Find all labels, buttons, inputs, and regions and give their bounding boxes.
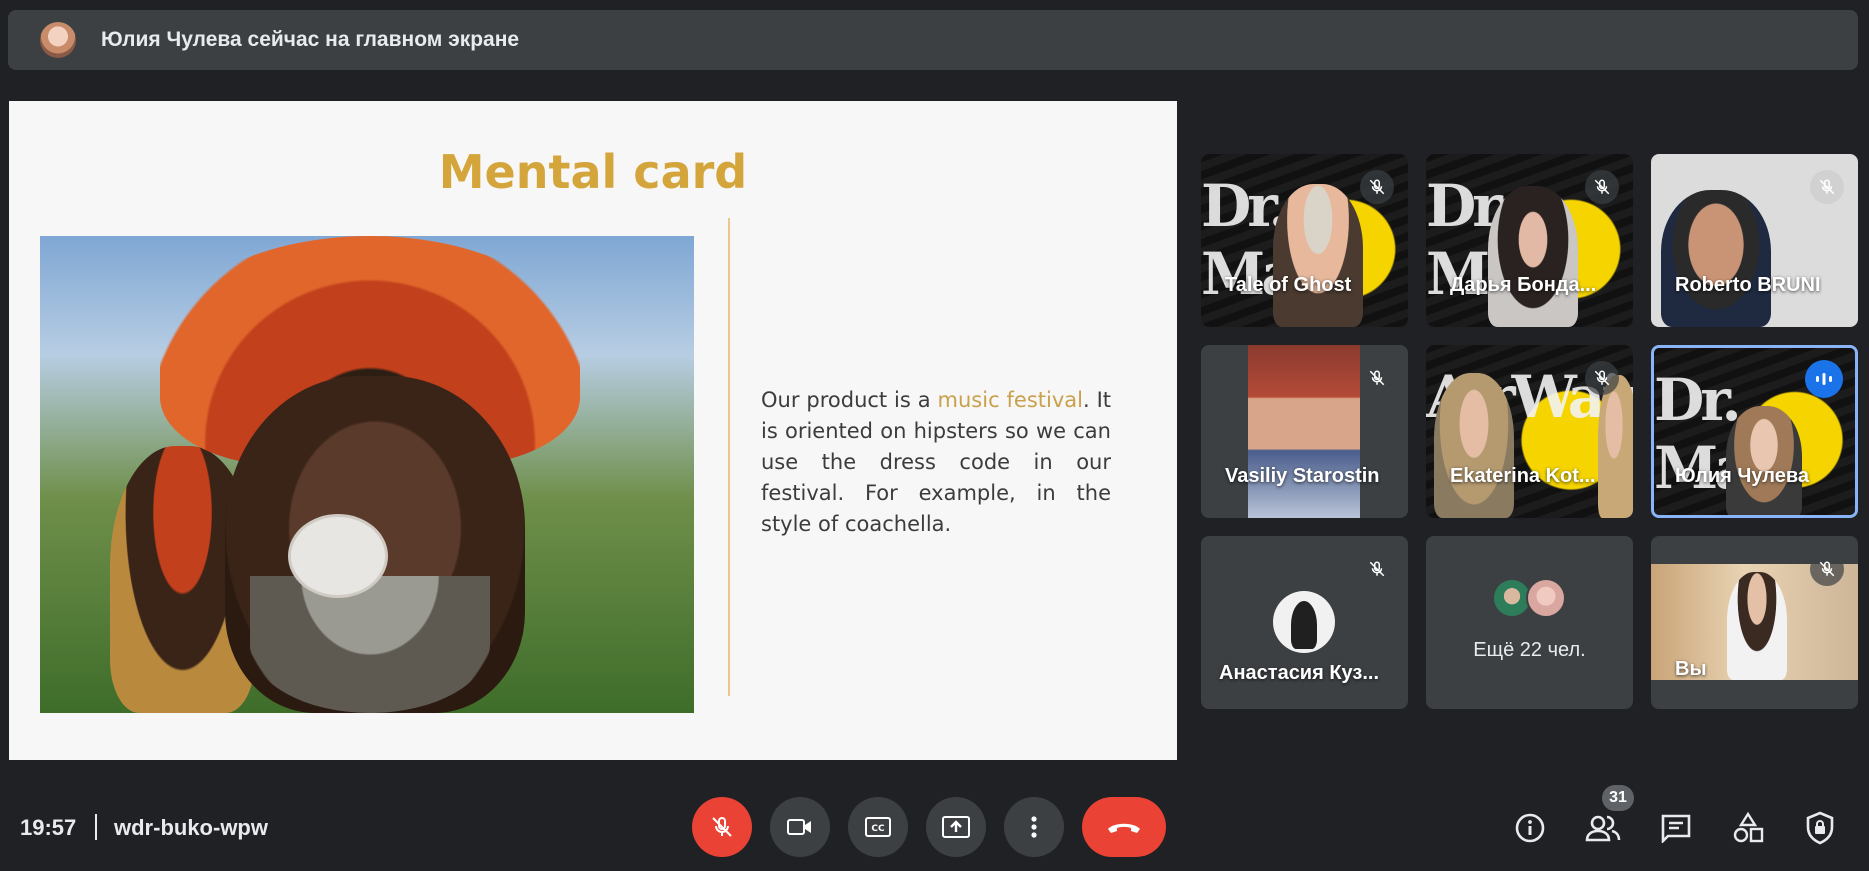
mic-off-icon — [1360, 170, 1394, 204]
present-screen-icon — [942, 816, 970, 838]
more-participants-tile[interactable]: Ещё 22 чел. — [1426, 536, 1633, 709]
more-participants-label: Ещё 22 чел. — [1473, 639, 1586, 661]
activities-button[interactable] — [1728, 808, 1768, 848]
captions-button[interactable]: CC — [848, 797, 908, 857]
mic-off-icon — [1360, 361, 1394, 395]
participant-name: Tale of Ghost — [1225, 274, 1352, 296]
participant-name: Roberto BRUNI — [1675, 274, 1821, 296]
hang-up-icon — [1108, 823, 1140, 833]
self-view-tile[interactable]: Вы — [1651, 536, 1858, 709]
participant-name: Анастасия Куз... — [1219, 662, 1380, 684]
mic-off-icon — [1360, 552, 1394, 586]
participant-tile[interactable]: Vasiliy Starostin — [1201, 345, 1408, 518]
slide-title: Mental card — [438, 145, 748, 199]
shield-lock-icon — [1806, 811, 1834, 845]
participant-name: Дарья Бонда... — [1450, 274, 1597, 296]
more-options-button[interactable] — [1004, 797, 1064, 857]
slide-highlight: music festival — [937, 388, 1083, 412]
participant-count-badge: 31 — [1602, 785, 1634, 811]
camera-toggle-button[interactable] — [770, 797, 830, 857]
slide-divider — [728, 218, 730, 696]
slide-body-text: Our product is a music festival. It is o… — [761, 388, 1111, 536]
svg-text:CC: CC — [871, 824, 885, 834]
participant-tile[interactable]: Анастасия Куз... — [1201, 536, 1408, 709]
people-icon — [1585, 815, 1621, 842]
meeting-details-button[interactable] — [1510, 808, 1550, 848]
video-camera-icon — [787, 819, 811, 835]
participant-name: Ekaterina Kot... — [1450, 465, 1596, 487]
meeting-clock: 19:57 — [20, 815, 77, 840]
presenter-banner: Юлия Чулева сейчас на главном экране — [8, 10, 1858, 70]
mic-off-icon — [712, 816, 732, 837]
participant-tile[interactable]: Dr. Mar Дарья Бонда... — [1426, 154, 1633, 327]
info-icon — [1515, 813, 1545, 843]
participant-avatar — [1526, 578, 1566, 618]
mic-off-icon — [1810, 552, 1844, 586]
meeting-code[interactable]: wdr-buko-wpw — [114, 815, 268, 841]
speaking-indicator-icon — [1805, 360, 1843, 398]
participant-tile[interactable]: Dr. Mar Tale of Ghost — [1201, 154, 1408, 327]
mic-off-icon — [1810, 170, 1844, 204]
participant-name: Vasiliy Starostin — [1225, 465, 1380, 487]
more-vertical-icon — [1031, 816, 1037, 838]
presenter-avatar — [40, 22, 76, 58]
host-controls-button[interactable] — [1800, 808, 1840, 848]
participant-name: Юлия Чулева — [1675, 465, 1809, 487]
closed-captions-icon: CC — [865, 817, 891, 837]
participants-button[interactable] — [1583, 808, 1623, 848]
participant-tile[interactable]: AirWair Ekaterina Kot... — [1426, 345, 1633, 518]
participant-name: Вы — [1675, 658, 1707, 680]
present-screen-button[interactable] — [926, 797, 986, 857]
divider — [95, 814, 97, 840]
participant-tile-active-speaker[interactable]: Dr. Mar Юлия Чулева — [1651, 345, 1858, 518]
leave-call-button[interactable] — [1082, 797, 1166, 857]
presentation-slide: Mental card Our product is a music festi… — [9, 101, 1177, 851]
microphone-toggle-button[interactable] — [692, 797, 752, 857]
mic-off-icon — [1585, 170, 1619, 204]
presenter-banner-text: Юлия Чулева сейчас на главном экране — [101, 28, 520, 51]
participant-tile[interactable]: Roberto BRUNI — [1651, 154, 1858, 327]
participant-avatar — [1273, 591, 1335, 653]
activities-shapes-icon — [1733, 812, 1764, 843]
slide-photo — [40, 236, 694, 713]
mic-off-icon — [1585, 361, 1619, 395]
chat-button[interactable] — [1656, 808, 1696, 848]
chat-icon — [1661, 814, 1691, 843]
